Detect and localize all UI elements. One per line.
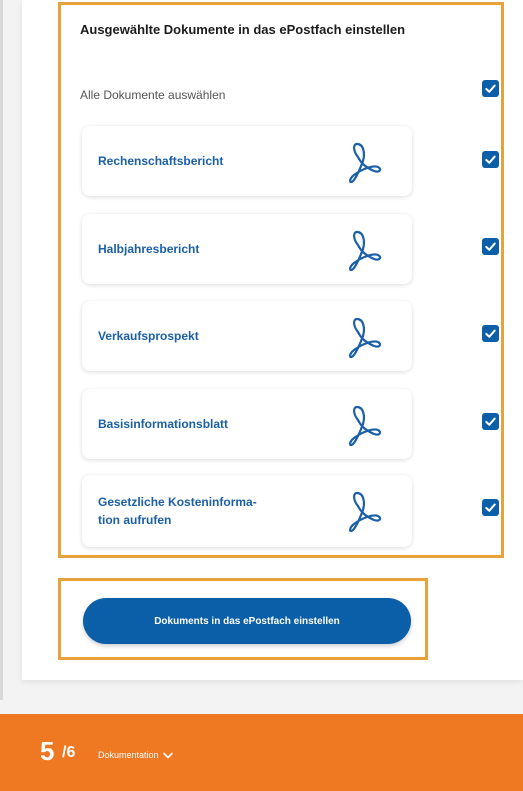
document-checkbox-kosteninformation[interactable] (482, 499, 499, 516)
select-all-checkbox[interactable] (482, 80, 499, 97)
checkmark-icon (485, 417, 496, 426)
checkmark-icon (485, 155, 496, 164)
document-label: Gesetzliche Kosteninforma- tion aufrufen (98, 495, 257, 527)
pdf-icon (349, 230, 382, 272)
document-label: Rechenschaftsbericht (98, 154, 224, 168)
pdf-icon (349, 405, 382, 447)
chevron-down-icon (162, 752, 173, 758)
step-total: /6 (62, 744, 76, 761)
step-footer: 5 /6 Dokumentation (0, 714, 523, 791)
checkmark-icon (485, 329, 496, 338)
document-tile-basisinformationsblatt[interactable]: Basisinformationsblatt (82, 389, 412, 459)
pdf-icon (349, 142, 382, 184)
document-tile-kosteninformation[interactable]: Gesetzliche Kosteninforma- tion aufrufen (82, 475, 412, 547)
document-tile-verkaufsprospekt[interactable]: Verkaufsprospekt (82, 301, 412, 371)
document-tile-halbjahresbericht[interactable]: Halbjahresbericht (82, 214, 412, 284)
document-checkbox-halbjahresbericht[interactable] (482, 238, 499, 255)
step-current: 5 (40, 736, 55, 766)
checkmark-icon (485, 84, 496, 93)
select-all-label: Alle Dokumente auswählen (80, 88, 226, 102)
section-label: Dokumentation (98, 750, 159, 760)
left-edge (0, 0, 3, 700)
document-tile-rechenschaftsbericht[interactable]: Rechenschaftsbericht (82, 126, 412, 196)
document-label: Halbjahresbericht (98, 242, 200, 256)
document-checkbox-verkaufsprospekt[interactable] (482, 325, 499, 342)
checkmark-icon (485, 503, 496, 512)
checkmark-icon (485, 242, 496, 251)
pdf-icon (349, 317, 382, 359)
pdf-icon (349, 491, 382, 533)
document-label: Basisinformationsblatt (98, 417, 229, 431)
section-title: Ausgewählte Dokumente in das ePostfach e… (80, 22, 406, 37)
section-dropdown[interactable]: Dokumentation (98, 750, 173, 760)
submit-to-epostfach-button[interactable]: Dokuments in das ePostfach einstellen (83, 598, 411, 644)
document-checkbox-basisinformationsblatt[interactable] (482, 413, 499, 430)
document-checkbox-rechenschaftsbericht[interactable] (482, 151, 499, 168)
document-label: Verkaufsprospekt (98, 329, 199, 343)
